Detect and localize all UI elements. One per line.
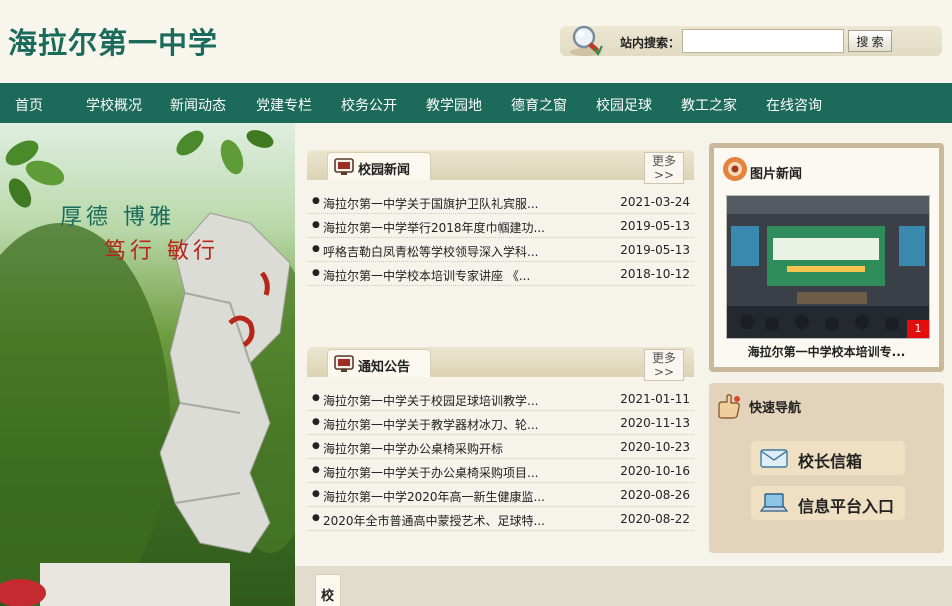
monitor-icon [334,355,354,372]
bullet-icon: ● [312,513,320,523]
campus-news-header: 校园新闻 更多>> [307,150,694,184]
bullet-icon: ● [312,220,320,230]
bullet-icon: ● [312,489,320,499]
picture-news-caption[interactable]: 海拉尔第一中学校本培训专... [714,343,939,360]
bullet-icon: ● [312,393,320,403]
nav-item-party[interactable]: 党建专栏 [256,95,312,115]
principal-mailbox-button[interactable]: 校长信箱 [751,441,905,475]
picture-news-inner: 图片新闻 1 海拉尔第一中学校本培训专... [714,148,939,367]
search-label: 站内搜索： [620,36,681,50]
bullet-icon: ● [312,244,320,254]
bullet-icon: ● [312,441,320,451]
hero-image: 厚德 博雅 笃行 敏行 [0,123,295,606]
news-item[interactable]: ● 呼格吉勒白凤青松等学校领导深入学科... 2019-05-13 [307,238,694,262]
notices-header: 通知公告 更多>> [307,347,694,381]
nav-item-teaching[interactable]: 教学园地 [426,95,482,115]
lecture-hall-photo [727,196,929,338]
bottom-panel-tab[interactable]: 校 [315,574,341,606]
notices-tab: 通知公告 [327,349,431,377]
notice-item[interactable]: ● 2020年全市普通高中蒙授艺术、足球特... 2020-08-22 [307,507,694,531]
search-input[interactable] [682,29,844,53]
news-item[interactable]: ● 海拉尔第一中学关于国旗护卫队礼宾服... 2021-03-24 [307,190,694,214]
info-platform-label: 信息平台入口 [798,497,895,516]
campus-news-tab: 校园新闻 [327,152,431,180]
slide-number-badge[interactable]: 1 [907,320,929,338]
picture-news-panel: 图片新闻 1 海拉尔第一中学校本培训专... [709,143,944,372]
notice-item[interactable]: ● 海拉尔第一中学办公桌椅采购开标 2020-10-23 [307,435,694,459]
quick-nav-panel: 快速导航 校长信箱 信息平台入口 [709,383,944,553]
notices-list: ● 海拉尔第一中学关于校园足球培训教学... 2021-01-11 ● 海拉尔第… [307,387,694,531]
bullet-icon: ● [312,417,320,427]
campus-rock-illustration [0,130,295,606]
main-nav: 首页 学校概况 新闻动态 党建专栏 校务公开 教学园地 德育之窗 校园足球 教工… [0,83,952,123]
bullet-icon: ● [312,268,320,278]
laptop-icon [759,493,789,512]
notice-item[interactable]: ● 海拉尔第一中学关于教学器材冰刀、轮... 2020-11-13 [307,411,694,435]
monitor-icon [334,158,354,175]
info-platform-button[interactable]: 信息平台入口 [751,486,905,520]
campus-news-more-button[interactable]: 更多>> [644,152,684,184]
quick-nav-title: 快速导航 [749,401,802,416]
nav-item-about[interactable]: 学校概况 [86,95,142,115]
principal-mailbox-label: 校长信箱 [798,452,863,471]
bullet-icon: ● [312,196,320,206]
camera-icon [723,157,747,181]
nav-item-football[interactable]: 校园足球 [596,95,652,115]
picture-news-title: 图片新闻 [750,167,803,182]
picture-news-image[interactable] [726,195,930,339]
nav-item-home[interactable]: 首页 [15,95,43,115]
notices-more-button[interactable]: 更多>> [644,349,684,381]
bullet-icon: ● [312,465,320,475]
notice-item[interactable]: ● 海拉尔第一中学2020年高一新生健康监... 2020-08-26 [307,483,694,507]
notice-item[interactable]: ● 海拉尔第一中学关于校园足球培训教学... 2021-01-11 [307,387,694,411]
campus-news-list: ● 海拉尔第一中学关于国旗护卫队礼宾服... 2021-03-24 ● 海拉尔第… [307,190,694,286]
site-title[interactable]: 海拉尔第一中学 [8,20,218,62]
search-box: 站内搜索： 搜 索 [560,25,942,56]
nav-item-staff[interactable]: 教工之家 [681,95,737,115]
nav-item-moral[interactable]: 德育之窗 [511,95,567,115]
nav-item-consult[interactable]: 在线咨询 [766,95,822,115]
campus-news-title: 校园新闻 [358,163,411,178]
envelope-icon [760,449,788,468]
notice-item[interactable]: ● 海拉尔第一中学关于办公桌椅采购项目... 2020-10-16 [307,459,694,483]
news-item[interactable]: ● 海拉尔第一中学校本培训专家讲座 《... 2018-10-12 [307,262,694,286]
hero-motto-line1: 厚德 博雅 [60,205,175,230]
pointing-hand-icon [718,394,740,419]
nav-item-news[interactable]: 新闻动态 [170,95,226,115]
search-button[interactable]: 搜 索 [848,30,892,52]
news-item[interactable]: ● 海拉尔第一中学举行2018年度巾帼建功... 2019-05-13 [307,214,694,238]
magnifier-icon [570,25,603,56]
header: 海拉尔第一中学 站内搜索： 搜 索 [0,0,952,83]
notices-title: 通知公告 [358,360,411,375]
hero-motto-line2: 笃行 敏行 [104,239,219,264]
nav-item-affairs[interactable]: 校务公开 [341,95,397,115]
notices-panel: 通知公告 更多>> ● 海拉尔第一中学关于校园足球培训教学... 2021-01… [307,347,694,537]
bottom-panel-header [295,566,952,606]
campus-news-panel: 校园新闻 更多>> ● 海拉尔第一中学关于国旗护卫队礼宾服... 2021-03… [307,150,694,290]
